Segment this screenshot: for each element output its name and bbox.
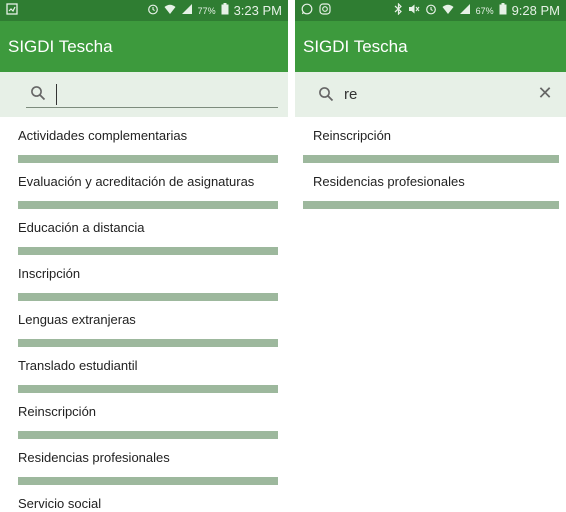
app-bar: SIGDI Tescha [295,21,566,72]
list-item-label: Educación a distancia [18,220,145,235]
divider [18,201,278,209]
list-item-label: Residencias profesionales [313,174,465,189]
list-item[interactable]: Lenguas extranjeras [0,301,288,347]
battery-percent: 67% [475,5,494,16]
list-item[interactable]: Residencias profesionales [295,163,566,209]
status-bar: 77% 3:23 PM [0,0,288,21]
divider [18,431,278,439]
list-item-label: Servicio social [18,496,102,511]
list-item[interactable]: Residencias profesionales [0,439,288,485]
status-time: 9:28 PM [511,3,560,18]
divider [18,155,278,163]
search-input[interactable]: re [344,86,357,103]
text-cursor [56,84,57,105]
battery-icon [499,3,507,18]
whatsapp-icon [301,3,313,18]
mute-icon [408,3,420,18]
signal-icon [459,3,471,18]
wifi-icon [164,3,176,18]
search-bar: re ✕ [295,72,566,117]
list-item-label: Evaluación y acreditación de asignaturas [18,174,255,189]
status-time: 3:23 PM [233,3,282,18]
list-item-label: Reinscripción [18,404,97,419]
close-icon[interactable]: ✕ [534,83,556,104]
list-item[interactable]: Reinscripción [295,117,566,163]
list-item[interactable]: Inscripción [0,255,288,301]
topic-list: Actividades complementarias Evaluación y… [0,117,288,512]
list-item-label: Inscripción [18,266,81,281]
app-title: SIGDI Tescha [8,36,113,56]
battery-icon [221,3,229,18]
list-item-label: Actividades complementarias [18,128,188,143]
alarm-icon [147,3,159,18]
wifi-icon [442,3,454,18]
divider [18,247,278,255]
list-item[interactable]: Evaluación y acreditación de asignaturas [0,163,288,209]
search-results-list: Reinscripción Residencias profesionales [295,117,566,209]
bluetooth-icon [394,2,403,18]
app-bar: SIGDI Tescha [0,21,288,72]
battery-percent: 77% [197,5,216,16]
alarm-icon [425,3,437,18]
list-item-label: Residencias profesionales [18,450,170,465]
app-title: SIGDI Tescha [303,36,408,56]
divider [18,293,278,301]
right-phone-screen: 67% 9:28 PM SIGDI Tescha re ✕ Reinscripc… [295,0,566,512]
list-item[interactable]: Actividades complementarias [0,117,288,163]
search-input[interactable] [26,82,278,108]
instagram-icon [319,3,331,18]
list-item[interactable]: Translado estudiantil [0,347,288,393]
signal-icon [181,3,193,18]
list-item[interactable]: Servicio social [0,485,288,512]
list-item-label: Translado estudiantil [18,358,138,373]
divider [18,339,278,347]
notification-icon [6,3,18,18]
list-item-label: Reinscripción [313,128,392,143]
status-bar: 67% 9:28 PM [295,0,566,21]
divider [303,155,559,163]
divider [18,477,278,485]
search-icon[interactable] [318,86,334,107]
list-item-label: Lenguas extranjeras [18,312,136,327]
list-item[interactable]: Reinscripción [0,393,288,439]
divider [303,201,559,209]
divider [18,385,278,393]
list-item[interactable]: Educación a distancia [0,209,288,255]
search-bar [0,72,288,117]
left-phone-screen: 77% 3:23 PM SIGDI Tescha Actividades com… [0,0,288,512]
